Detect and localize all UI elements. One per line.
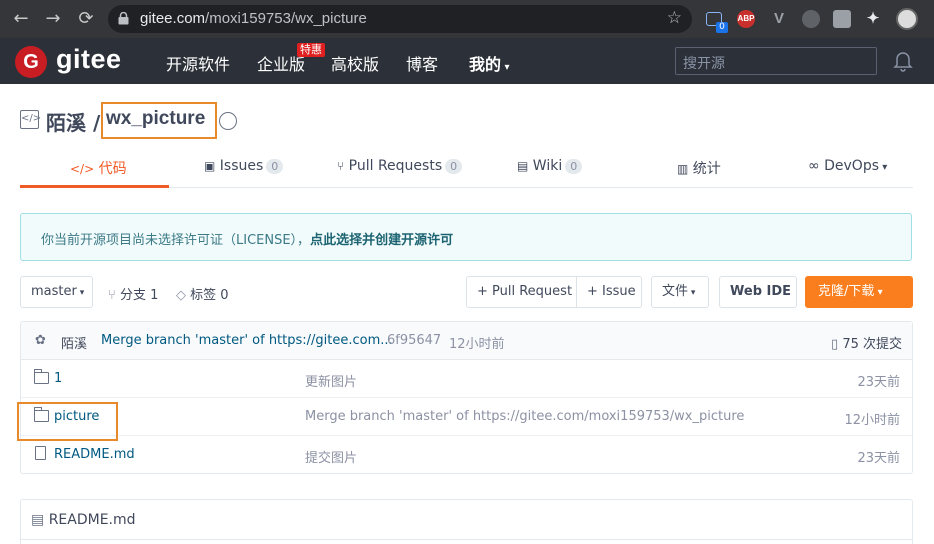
infinity-icon: ∞ [808,158,820,174]
extension-badge: 0 [716,22,728,33]
file-row[interactable]: README.md 提交图片 23天前 [21,436,912,474]
tab-wiki[interactable]: ▤ Wiki 0 [517,158,583,174]
caret-down-icon: ▾ [879,162,888,173]
file-icon [35,446,46,460]
tab-issues[interactable]: ▣ Issues 0 [204,158,284,174]
license-notice: 你当前开源项目尚未选择许可证（LICENSE），点此选择并创建开源许可 [20,213,912,261]
bell-icon[interactable] [893,50,913,72]
commit-author[interactable]: 陌溪 [61,333,87,352]
url-text: gitee.com/moxi159753/wx_picture [140,10,367,27]
folder-icon [33,369,49,384]
files-dropdown[interactable]: 文件 ▾ [651,276,709,308]
file-list: ✿ 陌溪 Merge branch 'master' of https://gi… [20,321,913,474]
gitee-logo-text[interactable]: gitee [56,44,122,75]
tab-code[interactable]: </> 代码 [70,158,127,178]
file-commit-message[interactable]: Merge branch 'master' of https://gitee.c… [305,409,744,424]
branches-link[interactable]: ⑂ 分支 1 [108,284,158,303]
profile-avatar[interactable] [896,8,918,30]
repo-tabs: </> 代码 ▣ Issues 0 ⑂ Pull Requests 0 ▤ Wiki… [20,150,913,188]
browser-toolbar: ← → ⟳ gitee.com/moxi159753/wx_picture ☆ … [0,0,934,38]
award-badge-icon [219,112,237,130]
tag-icon: ◇ [176,288,186,303]
file-name[interactable]: 1 [54,371,62,386]
caret-down-icon: ▾ [688,288,696,298]
readme-title: ▤ README.md [31,512,136,528]
gitee-logo-icon[interactable]: G [15,46,47,78]
nav-education[interactable]: 高校版 [331,51,379,75]
site-header: G gitee 开源软件 企业版 特惠 高校版 博客 我的 ▾ 搜开源 [0,38,934,84]
search-input[interactable]: 搜开源 [675,47,877,75]
tab-stats[interactable]: ▥ 统计 [677,158,721,178]
file-row[interactable]: 1 更新图片 23天前 [21,360,912,398]
vimium-icon[interactable]: V [770,10,788,28]
back-icon[interactable]: ← [10,8,32,30]
code-icon: </> [70,162,95,176]
active-tab-indicator [20,185,169,188]
file-row[interactable]: picture Merge branch 'master' of https:/… [21,398,912,436]
new-issue-button[interactable]: + Issue [576,276,642,308]
repo-code-icon: </> [20,110,41,129]
adblock-icon[interactable]: ABP [737,10,755,28]
caret-down-icon: ▾ [501,62,510,73]
tags-link[interactable]: ◇ 标签 0 [176,284,229,303]
extension-icon[interactable] [802,10,820,28]
chart-icon: ▥ [677,162,689,176]
file-name[interactable]: README.md [54,447,135,462]
tab-devops[interactable]: ∞ DevOps ▾ [808,158,887,174]
highlight-box-picture-folder [17,402,118,441]
clone-download-button[interactable]: 克隆/下载 ▾ [805,276,913,308]
nav-mine[interactable]: 我的 ▾ [469,51,510,75]
extension-icon-2[interactable] [833,10,851,28]
caret-down-icon: ▾ [76,288,85,298]
new-pull-request-button[interactable]: + Pull Request [466,276,577,308]
commit-log-icon: ▯ [831,337,839,352]
commit-time: 12小时前 [449,337,505,352]
commit-count[interactable]: ▯ 75 次提交 [831,333,902,352]
commit-hash[interactable]: 6f95647 [387,333,441,348]
readme-header: ▤ README.md [21,500,912,540]
reload-icon[interactable]: ⟳ [75,8,97,30]
wiki-icon: ▤ [517,159,529,173]
commit-message[interactable]: Merge branch 'master' of https://gitee.c… [101,333,393,348]
branch-icon: ⑂ [108,288,116,303]
author-avatar-icon: ✿ [35,333,46,348]
branch-select[interactable]: master ▾ [20,276,93,308]
tab-pull-requests[interactable]: ⑂ Pull Requests 0 [337,158,463,174]
lock-icon [118,12,129,25]
issues-icon: ▣ [204,159,216,173]
file-time: 23天前 [857,375,900,390]
bookmark-star-icon[interactable]: ☆ [667,8,682,28]
address-bar[interactable]: gitee.com/moxi159753/wx_picture ☆ [108,5,692,33]
highlight-box-repo-name [101,102,217,139]
repo-owner[interactable]: 陌溪 / [46,107,100,136]
caret-down-icon: ▾ [874,287,883,298]
hot-badge: 特惠 [297,43,325,57]
file-time: 12小时前 [844,413,900,428]
file-commit-message[interactable]: 提交图片 [305,447,357,466]
nav-blog[interactable]: 博客 [406,51,438,75]
pull-request-icon: ⑂ [337,159,345,173]
file-commit-message[interactable]: 更新图片 [305,371,357,390]
create-license-link[interactable]: 点此选择并创建开源许可 [310,233,453,248]
readme-panel: ▤ README.md [20,499,913,544]
puzzle-icon[interactable]: ✦ [864,10,882,28]
latest-commit-bar: ✿ 陌溪 Merge branch 'master' of https://gi… [21,322,912,360]
file-time: 23天前 [857,451,900,466]
web-ide-button[interactable]: Web IDE [719,276,797,308]
forward-icon[interactable]: → [42,8,64,30]
book-icon: ▤ [31,512,45,528]
nav-open-source[interactable]: 开源软件 [166,51,230,75]
